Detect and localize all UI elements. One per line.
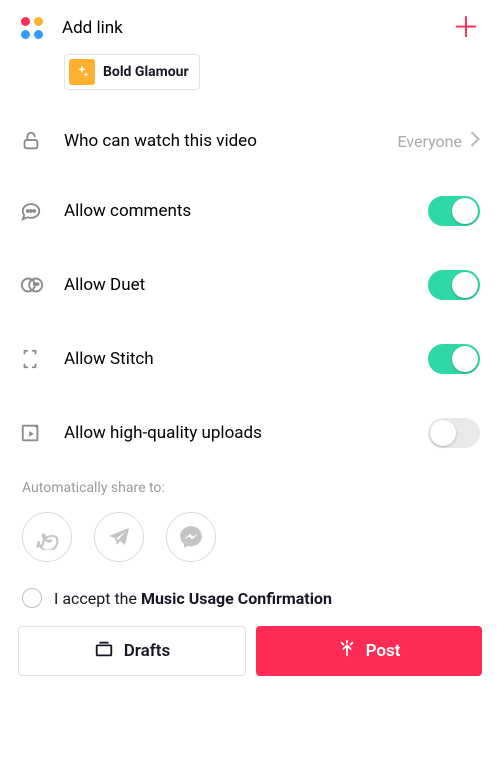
comment-icon	[20, 200, 64, 222]
share-telegram-button[interactable]	[94, 512, 144, 562]
lock-open-icon	[20, 130, 64, 152]
allow-duet-toggle[interactable]	[428, 270, 480, 300]
auto-share-label: Automatically share to:	[22, 480, 478, 496]
drafts-icon	[94, 640, 114, 663]
drafts-button[interactable]: Drafts	[18, 626, 246, 676]
add-link-plus-icon[interactable]: ＋	[452, 14, 480, 42]
allow-stitch-toggle[interactable]	[428, 344, 480, 374]
accept-prefix: I accept the	[54, 589, 141, 608]
add-link-label[interactable]: Add link	[62, 18, 452, 38]
row-visibility[interactable]: Who can watch this video Everyone	[20, 108, 480, 174]
duet-icon	[20, 274, 64, 296]
post-icon	[338, 640, 356, 663]
accept-radio[interactable]	[22, 588, 42, 608]
visibility-label: Who can watch this video	[64, 131, 398, 151]
allow-comments-toggle[interactable]	[428, 196, 480, 226]
row-allow-duet: Allow Duet	[20, 248, 480, 322]
accept-bold: Music Usage Confirmation	[141, 589, 332, 608]
filter-chip-bold-glamour[interactable]: Bold Glamour	[64, 54, 200, 90]
app-logo-dots	[20, 16, 44, 40]
stitch-icon	[20, 348, 64, 370]
drafts-label: Drafts	[124, 641, 171, 661]
allow-duet-label: Allow Duet	[64, 275, 428, 295]
row-allow-comments: Allow comments	[20, 174, 480, 248]
post-button[interactable]: Post	[256, 626, 482, 676]
allow-comments-label: Allow comments	[64, 201, 428, 221]
allow-hq-label: Allow high-quality uploads	[64, 423, 428, 443]
accept-text: I accept the Music Usage Confirmation	[54, 589, 332, 608]
filter-chip-label: Bold Glamour	[103, 64, 189, 80]
music-usage-confirmation-row[interactable]: I accept the Music Usage Confirmation	[0, 588, 500, 626]
visibility-value: Everyone	[398, 132, 462, 151]
hq-upload-icon	[20, 422, 64, 444]
post-label: Post	[366, 641, 401, 661]
row-allow-stitch: Allow Stitch	[20, 322, 480, 396]
row-allow-hq: Allow high-quality uploads	[20, 396, 480, 470]
share-messenger-button[interactable]	[166, 512, 216, 562]
sparkle-icon	[69, 59, 95, 85]
chevron-right-icon	[470, 131, 480, 151]
share-whatsapp-button[interactable]	[22, 512, 72, 562]
allow-stitch-label: Allow Stitch	[64, 349, 428, 369]
allow-hq-toggle[interactable]	[428, 418, 480, 448]
